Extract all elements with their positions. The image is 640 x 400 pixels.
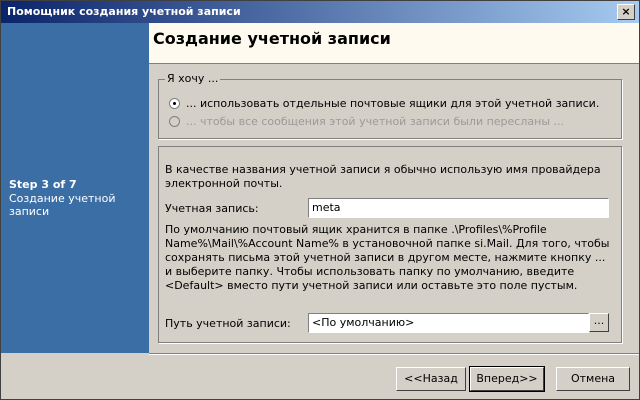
browse-button[interactable]: ... — [589, 313, 609, 332]
radio-forward-messages: ... чтобы все сообщения этой учетной зап… — [169, 114, 564, 128]
account-name-label: Учетная запись: — [165, 202, 259, 215]
back-button[interactable]: <<Назад — [396, 367, 466, 391]
choice-group-legend: Я хочу ... — [165, 72, 221, 85]
account-path-label: Путь учетной записи: — [165, 317, 291, 330]
account-name-input[interactable]: meta — [308, 198, 609, 218]
title-bar: Помощник создания учетной записи × — [1, 1, 639, 23]
page-title: Создание учетной записи — [153, 29, 391, 48]
account-path-input[interactable]: <По умолчанию> — [308, 313, 589, 333]
radio-label: ... использовать отдельные почтовые ящик… — [186, 96, 600, 110]
choice-group: Я хочу ... ... использовать отдельные по… — [158, 72, 622, 139]
wizard-window: Помощник создания учетной записи × Step … — [0, 0, 640, 400]
account-path-info-text: По умолчанию почтовый ящик хранится в па… — [165, 223, 610, 292]
account-settings-group: В качестве названия учетной записи я обы… — [158, 146, 622, 343]
next-button[interactable]: Вперед>> — [469, 366, 545, 392]
radio-label-disabled: ... чтобы все сообщения этой учетной зап… — [186, 114, 564, 128]
radio-separate-mailboxes[interactable]: ... использовать отдельные почтовые ящик… — [169, 96, 599, 110]
cancel-button[interactable]: Отмена — [556, 367, 630, 391]
radio-button-checked[interactable] — [169, 97, 180, 109]
radio-button-disabled — [169, 115, 180, 127]
close-button[interactable]: × — [617, 4, 635, 20]
button-separator — [149, 353, 639, 355]
account-intro-text: В качестве названия учетной записи я обы… — [165, 163, 601, 190]
wizard-sidebar: Step 3 of 7 Создание учетной записи — [1, 23, 149, 353]
step-name: Создание учетной записи — [9, 192, 116, 218]
step-indicator: Step 3 of 7 — [9, 178, 77, 191]
page-header: Создание учетной записи — [149, 23, 639, 64]
window-title: Помощник создания учетной записи — [7, 5, 241, 18]
